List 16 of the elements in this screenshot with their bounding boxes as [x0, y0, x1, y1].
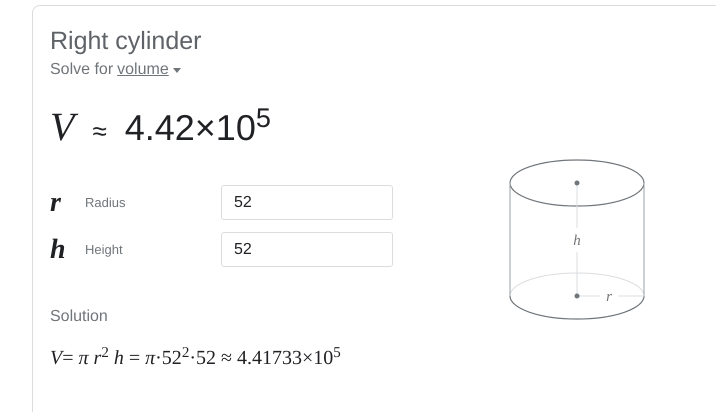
input-label: Radius [85, 194, 126, 212]
card-title: Right cylinder [50, 26, 202, 56]
variable-symbol: r [50, 188, 62, 218]
height-label: h [573, 233, 581, 249]
input-label: Height [85, 240, 124, 259]
variable-symbol: h [50, 234, 67, 264]
solution-formula: V= π r$^{2}$ h = π·52$^{2}$·52 ≈ 4.41733×10$^{5}$ [50, 344, 342, 371]
solve-for-label: Solve for [50, 60, 114, 80]
result-value: 4.42×10$^{5}$ [124, 105, 271, 150]
solution-heading: Solution [50, 307, 109, 327]
approx-sign: ≈ [92, 115, 107, 148]
input-field[interactable]: 52 [221, 185, 393, 220]
radius-label: r [606, 289, 612, 305]
input-field[interactable]: 52 [221, 232, 393, 267]
solve-for-dropdown[interactable]: volume [117, 58, 181, 82]
caret-icon [172, 68, 181, 72]
